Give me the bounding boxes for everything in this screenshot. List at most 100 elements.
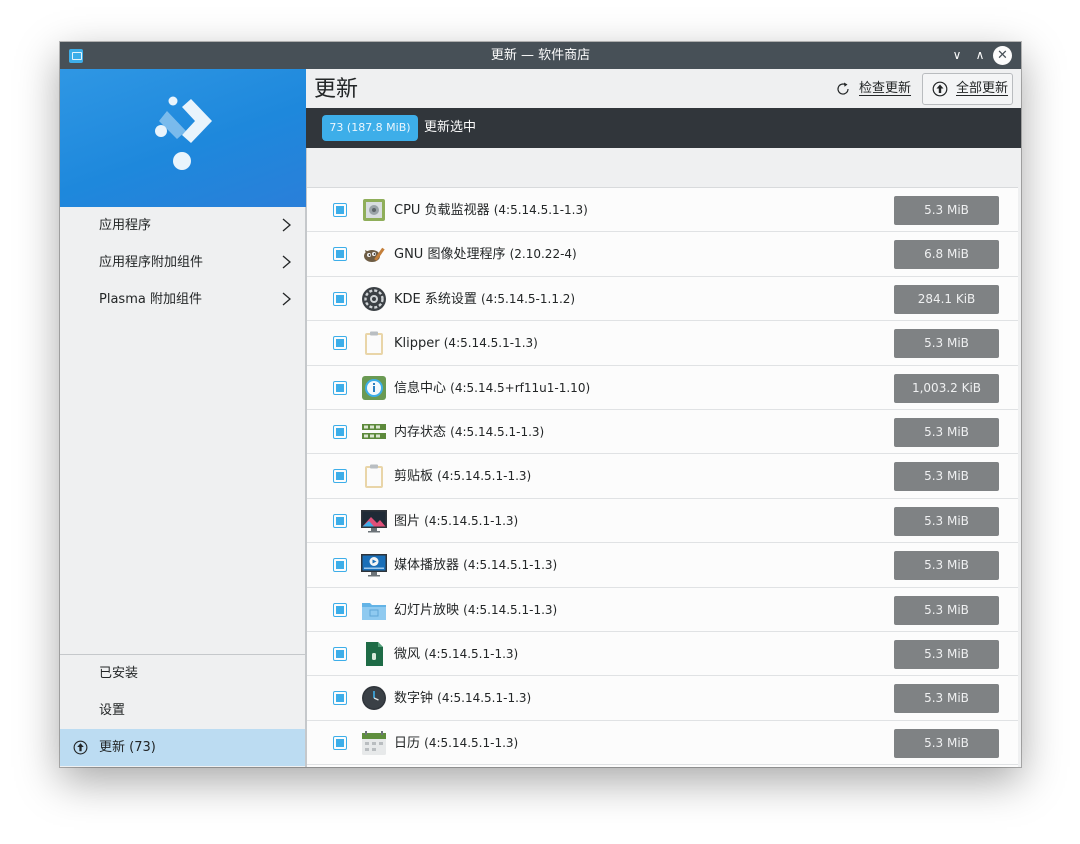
- update-checkbox[interactable]: [333, 735, 347, 750]
- update-name: 微风 (4:5.14.5.1-1.3): [394, 632, 518, 677]
- update-checkbox[interactable]: [333, 647, 347, 661]
- update-row[interactable]: 剪贴板 (4:5.14.5.1-1.3) 5.3 MiB: [307, 454, 1018, 499]
- download-size-badge: 6.8 MiB: [894, 240, 999, 270]
- update-checkbox[interactable]: [333, 203, 347, 217]
- update-count-badge[interactable]: 73 (187.8 MiB): [322, 115, 418, 141]
- sidebar-item-installed[interactable]: 已安装: [60, 655, 305, 692]
- updates-list[interactable]: CPU 负载监视器 (4:5.14.5.1-1.3) 5.3 MiB GNU 图像处…: [306, 148, 1018, 767]
- update-row[interactable]: 微风 (4:5.14.5.1-1.3) 5.3 MiB: [307, 632, 1018, 677]
- app-window: 更新 — 软件商店 ∨ ∧ ✕ 应用程序 应用程序附加组件 Plasma 附加组…: [60, 42, 1021, 767]
- update-name: GNU 图像处理程序 (2.10.22-4): [394, 232, 577, 277]
- download-size-badge: 5.3 MiB: [894, 551, 999, 581]
- chevron-right-icon: [282, 218, 291, 232]
- package-version: (4:5.14.5.1-1.3): [450, 425, 545, 439]
- maximize-button[interactable]: ∧: [970, 45, 990, 65]
- cpu-monitor-icon: [361, 197, 387, 223]
- chevron-right-icon: [282, 292, 291, 306]
- package-version: (4:5.14.5-1.1.2): [481, 291, 576, 306]
- info-center-icon: [361, 375, 387, 401]
- update-name: 媒体播放器 (4:5.14.5.1-1.3): [394, 543, 557, 588]
- update-name: Klipper (4:5.14.5.1-1.3): [394, 321, 538, 366]
- package-version: (4:5.14.5.1-1.3): [443, 336, 538, 351]
- update-name: 幻灯片放映 (4:5.14.5.1-1.3): [394, 588, 557, 633]
- update-row[interactable]: 图片 (4:5.14.5.1-1.3) 5.3 MiB: [307, 498, 1018, 544]
- update-checkbox[interactable]: [333, 425, 347, 439]
- sidebar-item-updates[interactable]: 更新 (73): [60, 729, 305, 766]
- download-size-badge: 5.3 MiB: [894, 329, 999, 359]
- title-bar[interactable]: 更新 — 软件商店 ∨ ∧ ✕: [60, 42, 1021, 69]
- sidebar-item-settings[interactable]: 设置: [60, 692, 305, 729]
- sidebar-item-label: 应用程序: [99, 218, 152, 233]
- package-version: (4:5.14.5.1-1.3): [437, 469, 532, 484]
- download-size-badge: 5.3 MiB: [894, 196, 999, 225]
- package-name: 日历: [394, 735, 421, 751]
- update-row[interactable]: 数字钟 (4:5.14.5.1-1.3) 5.3 MiB: [307, 676, 1018, 721]
- update-all-button[interactable]: 全部更新: [922, 73, 1013, 105]
- package-version: (4:5.14.5.1-1.3): [493, 203, 588, 217]
- package-name: 剪贴板: [394, 469, 434, 485]
- package-name: 内存状态: [394, 425, 447, 440]
- update-checkbox[interactable]: [333, 247, 347, 262]
- update-arrow-icon: [932, 81, 948, 97]
- sidebar-item-label: 已安装: [99, 666, 139, 681]
- package-name: 微风: [394, 647, 421, 662]
- package-name: 信息中心: [394, 380, 447, 396]
- update-selected-label: 更新选中: [424, 120, 477, 135]
- update-checkbox[interactable]: [333, 513, 347, 528]
- download-size-badge: 5.3 MiB: [894, 684, 999, 714]
- package-version: (4:5.14.5.1-1.3): [463, 602, 558, 617]
- update-checkbox[interactable]: [333, 691, 347, 706]
- window-title: 更新 — 软件商店: [490, 48, 591, 63]
- download-size-badge: 5.3 MiB: [894, 728, 999, 758]
- package-name: Klipper: [394, 336, 440, 352]
- update-checkbox[interactable]: [333, 336, 347, 351]
- sidebar-item-applications[interactable]: 应用程序: [60, 207, 305, 244]
- package-name: CPU 负载监视器: [394, 203, 490, 218]
- update-all-label: 全部更新: [956, 81, 1009, 96]
- update-row[interactable]: 日历 (4:5.14.5.1-1.3) 5.3 MiB: [307, 720, 1018, 766]
- clock-icon: [361, 685, 387, 711]
- update-name: 数字钟 (4:5.14.5.1-1.3): [394, 676, 531, 721]
- system-settings-icon: [361, 286, 387, 312]
- package-name: 幻灯片放映: [394, 602, 460, 618]
- close-button[interactable]: ✕: [993, 46, 1012, 65]
- update-row[interactable]: 幻灯片放映 (4:5.14.5.1-1.3) 5.3 MiB: [307, 587, 1018, 633]
- update-row[interactable]: 媒体播放器 (4:5.14.5.1-1.3) 5.3 MiB: [307, 543, 1018, 588]
- package-name: 图片: [394, 513, 421, 529]
- download-size-badge: 284.1 KiB: [894, 284, 999, 314]
- calendar-icon: [361, 730, 387, 756]
- package-version: (2.10.22-4): [509, 247, 577, 262]
- update-checkbox[interactable]: [333, 380, 347, 395]
- minimize-button[interactable]: ∨: [947, 45, 967, 65]
- sidebar: 应用程序 应用程序附加组件 Plasma 附加组件 已安装 设置 更新 (73): [60, 69, 306, 767]
- update-checkbox[interactable]: [333, 558, 347, 573]
- update-checkbox[interactable]: [333, 602, 347, 617]
- download-size-badge: 5.3 MiB: [894, 640, 999, 669]
- sidebar-item-label: 更新 (73): [99, 740, 156, 755]
- update-row[interactable]: KDE 系统设置 (4:5.14.5-1.1.2) 284.1 KiB: [307, 276, 1018, 322]
- package-version: (4:5.14.5.1-1.3): [424, 735, 519, 750]
- clipboard-icon: [361, 330, 387, 356]
- update-row[interactable]: GNU 图像处理程序 (2.10.22-4) 6.8 MiB: [307, 232, 1018, 277]
- update-row[interactable]: Klipper (4:5.14.5.1-1.3) 5.3 MiB: [307, 321, 1018, 366]
- chevron-right-icon: [282, 255, 291, 269]
- update-name: 信息中心 (4:5.14.5+rf11u1-1.10): [394, 366, 590, 411]
- update-checkbox[interactable]: [333, 291, 347, 306]
- package-version: (4:5.14.5.1-1.3): [424, 647, 519, 661]
- update-name: 内存状态 (4:5.14.5.1-1.3): [394, 410, 544, 455]
- update-name: 图片 (4:5.14.5.1-1.3): [394, 499, 518, 544]
- update-row[interactable]: CPU 负载监视器 (4:5.14.5.1-1.3) 5.3 MiB: [307, 188, 1018, 233]
- update-row[interactable]: 信息中心 (4:5.14.5+rf11u1-1.10) 1,003.2 KiB: [307, 365, 1018, 411]
- sidebar-item-plasma-addons[interactable]: Plasma 附加组件: [60, 281, 305, 318]
- clipboard-icon: [361, 463, 387, 489]
- package-version: (4:5.14.5.1-1.3): [437, 691, 532, 706]
- package-version: (4:5.14.5.1-1.3): [424, 513, 519, 528]
- update-checkbox[interactable]: [333, 469, 347, 484]
- sidebar-item-app-addons[interactable]: 应用程序附加组件: [60, 244, 305, 281]
- update-row[interactable]: 内存状态 (4:5.14.5.1-1.3) 5.3 MiB: [307, 410, 1018, 455]
- main-panel: 更新 检查更新 全部更新 73 (187.8 MiB) 更新选中 CPU 负载监…: [306, 69, 1021, 767]
- package-name: GNU 图像处理程序: [394, 247, 506, 263]
- sidebar-item-label: Plasma 附加组件: [99, 292, 202, 307]
- check-updates-label: 检查更新: [859, 81, 912, 96]
- scrollbar-track[interactable]: [1018, 148, 1021, 767]
